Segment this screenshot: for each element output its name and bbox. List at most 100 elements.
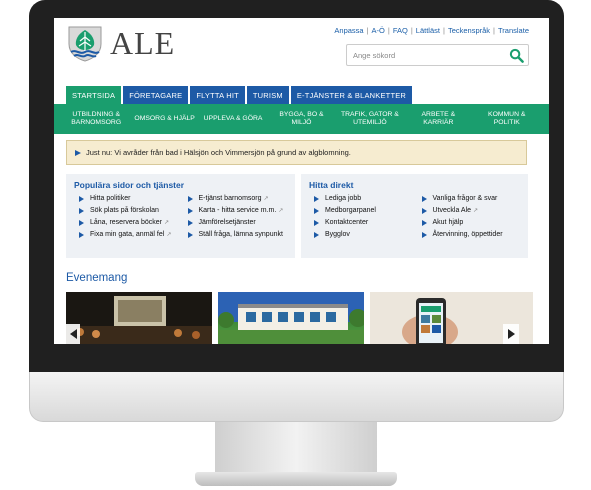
panel-title: Hitta direkt (309, 180, 354, 190)
tab-foretagare[interactable]: FÖRETAGARE (123, 86, 189, 104)
search-input[interactable] (347, 45, 497, 66)
link-label: Låna, reservera böcker (90, 219, 162, 226)
tab-startsida[interactable]: STARTSIDA (66, 86, 122, 104)
list-item[interactable]: Utveckla Ale ↗ (417, 207, 521, 214)
list-item[interactable]: Medborgarpanel (309, 207, 413, 214)
link-label: Hitta politiker (90, 195, 131, 202)
list-item[interactable]: Kontaktcenter (309, 219, 413, 226)
link-label: Akut hjälp (432, 219, 464, 226)
link-a-o[interactable]: A-Ö (372, 26, 385, 35)
event-card-building[interactable] (218, 292, 364, 344)
nav-uppleva[interactable]: UPPLEVA & GÖRA (202, 115, 264, 123)
link-label: Bygglov (325, 231, 350, 238)
popular-pages-panel: Populära sidor och tjänster Hitta politi… (66, 174, 295, 258)
event-card-outdoor-cinema[interactable] (66, 292, 212, 344)
search-icon[interactable] (509, 48, 524, 63)
list-item[interactable]: Akut hjälp (417, 219, 521, 226)
arrow-right-icon (421, 231, 427, 238)
external-link-icon: ↗ (263, 196, 269, 202)
link-label: E-tjänst barnomsorg (198, 195, 262, 202)
tab-flytta-hit[interactable]: FLYTTA HIT (190, 86, 245, 104)
main-tabs: STARTSIDA FÖRETAGARE FLYTTA HIT TURISM E… (66, 86, 413, 104)
list-item[interactable]: Jämförelsetjänster (183, 219, 288, 226)
list-item[interactable]: Ställ fråga, lämna synpunkt (183, 231, 288, 238)
arrow-right-icon (79, 231, 84, 238)
separator: | (366, 26, 369, 35)
monitor-base (195, 472, 397, 486)
list-item[interactable]: Karta - hitta service m.m. ↗ (183, 207, 288, 214)
link-label: Sök plats på förskolan (90, 207, 159, 214)
external-link-icon: ↗ (278, 208, 284, 214)
arrow-right-icon (314, 195, 319, 202)
site-logo[interactable]: ALE (66, 24, 175, 62)
arrow-right-icon (79, 207, 84, 214)
search-box (346, 44, 529, 66)
nav-kommun[interactable]: KOMMUN & POLITIK (476, 111, 538, 127)
arrow-right-icon (421, 219, 427, 226)
alert-notice[interactable]: Just nu: Vi avråder från bad i Hälsjön o… (66, 140, 527, 165)
external-link-icon: ↗ (473, 208, 479, 214)
nav-omsorg[interactable]: OMSORG & HJÄLP (134, 115, 196, 123)
nav-utbildning[interactable]: UTBILDNING & BARNOMSORG (65, 111, 127, 127)
external-link-icon: ↗ (163, 220, 170, 226)
list-item[interactable]: Bygglov (309, 231, 413, 238)
link-label: Medborgarpanel (325, 207, 376, 214)
link-label: Karta - hitta service m.m. (198, 207, 277, 214)
link-label: Lediga jobb (325, 195, 362, 202)
monitor-stand (215, 422, 377, 474)
link-label: Fixa min gata, anmäl fel (90, 231, 165, 238)
nav-bygga[interactable]: BYGGA, BO & MILJÖ (270, 111, 332, 127)
list-item[interactable]: Sök plats på förskolan (74, 207, 179, 214)
event-image (218, 292, 364, 344)
list-item[interactable]: Lediga jobb (309, 195, 413, 202)
arrow-right-icon (187, 195, 193, 202)
carousel-prev-button[interactable] (66, 324, 80, 344)
nav-arbete[interactable]: ARBETE & KARRIÄR (407, 111, 469, 127)
list-item[interactable]: E-tjänst barnomsorg ↗ (183, 195, 288, 202)
link-label: Återvinning, öppettider (432, 231, 503, 238)
tab-e-tjanster[interactable]: E-TJÄNSTER & BLANKETTER (290, 86, 413, 104)
monitor-chin (29, 372, 564, 422)
arrow-right-icon (79, 219, 84, 226)
link-teckensprak[interactable]: Teckenspråk (448, 26, 490, 35)
link-label: Utveckla Ale (432, 207, 472, 214)
logo-text: ALE (110, 24, 176, 61)
tab-turism[interactable]: TURISM (246, 86, 289, 104)
website-screen: ALE Anpassa | A-Ö | FAQ | Lättläst | Teckens… (54, 18, 549, 344)
quick-links-panel: Hitta direkt Lediga jobb Vanliga frågor … (301, 174, 528, 258)
list-item[interactable]: Vanliga frågor & svar (417, 195, 521, 202)
chevron-left-icon (69, 329, 77, 339)
separator: | (442, 26, 445, 35)
arrow-right-icon (79, 195, 84, 202)
link-label: Ställ fråga, lämna synpunkt (198, 231, 283, 238)
link-anpassa[interactable]: Anpassa (334, 26, 363, 35)
arrow-right-icon (187, 231, 193, 238)
external-link-icon: ↗ (166, 232, 172, 238)
notice-text: Just nu: Vi avråder från bad i Hälsjön o… (86, 148, 351, 157)
link-faq[interactable]: FAQ (393, 26, 408, 35)
tree-shield-icon (68, 26, 102, 62)
list-item[interactable]: Låna, reservera böcker ↗ (74, 219, 179, 226)
arrow-right-icon (421, 195, 427, 202)
link-translate[interactable]: Translate (498, 26, 529, 35)
arrow-right-icon (314, 219, 319, 226)
events-heading: Evenemang (66, 272, 128, 284)
link-lattlast[interactable]: Lättläst (416, 26, 440, 35)
link-label: Vanliga frågor & svar (432, 195, 498, 202)
separator: | (387, 26, 390, 35)
list-item[interactable]: Hitta politiker (74, 195, 179, 202)
list-item[interactable]: Återvinning, öppettider (417, 231, 521, 238)
carousel-next-button[interactable] (503, 324, 519, 344)
category-nav: UTBILDNING & BARNOMSORG OMSORG & HJÄLP U… (54, 104, 549, 134)
separator: | (410, 26, 413, 35)
separator: | (493, 26, 495, 35)
event-image (66, 292, 212, 344)
utility-links: Anpassa | A-Ö | FAQ | Lättläst | Teckenspråk… (334, 26, 529, 35)
list-item[interactable]: Fixa min gata, anmäl fel ↗ (74, 231, 179, 238)
panel-title: Populära sidor och tjänster (74, 180, 185, 190)
chevron-right-icon (507, 329, 515, 339)
link-label: Kontaktcenter (325, 219, 369, 226)
arrow-right-icon (421, 207, 427, 214)
nav-trafik[interactable]: TRAFIK, GATOR & UTEMILJÖ (339, 111, 401, 127)
arrow-right-icon (314, 207, 319, 214)
